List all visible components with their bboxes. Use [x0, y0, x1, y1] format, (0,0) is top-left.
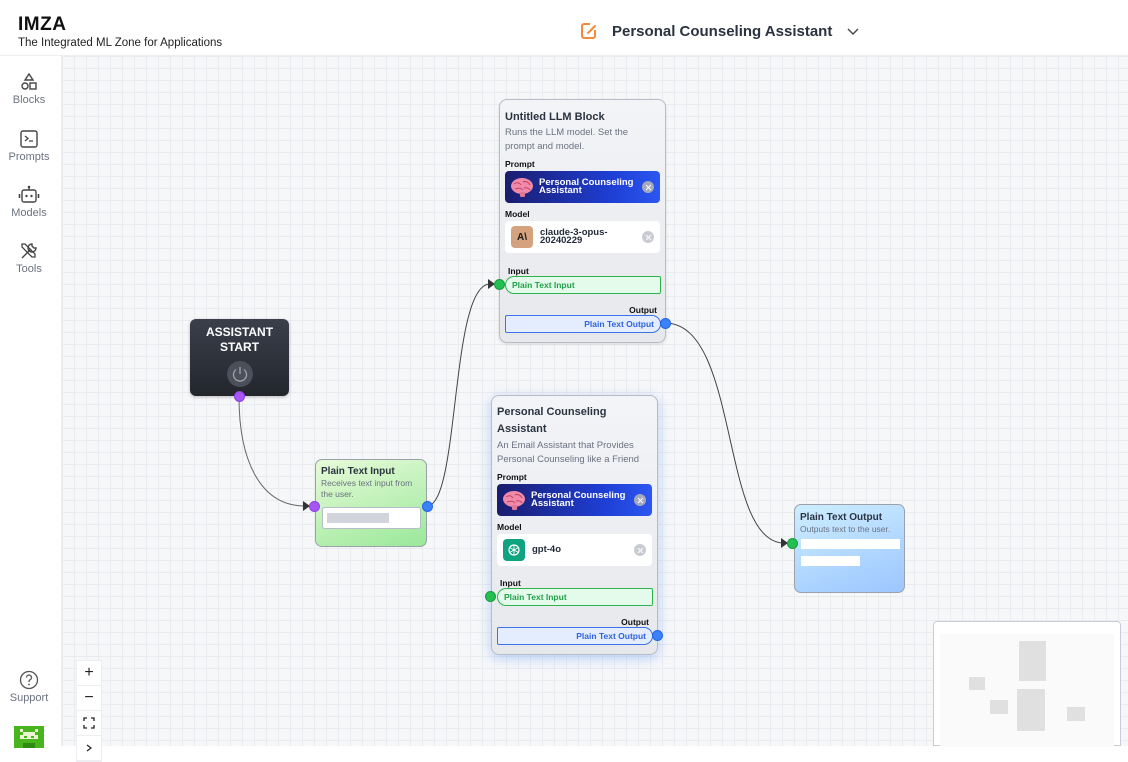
- llm2-input-handle[interactable]: [485, 591, 496, 602]
- fit-view-button[interactable]: [77, 711, 101, 736]
- output-text-line: [801, 556, 860, 566]
- model-chip[interactable]: gpt-4o: [497, 534, 652, 566]
- plus-icon: +: [84, 664, 94, 681]
- top-header: IMZA The Integrated ML Zone for Applicat…: [0, 0, 1128, 56]
- shapes-icon: [21, 72, 37, 90]
- prompt-name-line2: Assistant: [539, 185, 582, 196]
- output-port[interactable]: Plain Text Output: [505, 315, 661, 333]
- project-title: Personal Counseling Assistant: [612, 22, 833, 40]
- minimap-node: [1017, 689, 1045, 731]
- remove-prompt-icon[interactable]: [634, 494, 646, 506]
- minimap-viewport: [940, 634, 1114, 747]
- minimap-node: [1067, 707, 1085, 721]
- output-text-line: [801, 539, 900, 549]
- sidebar-item-tools[interactable]: Tools: [0, 241, 58, 275]
- llm1-input-handle[interactable]: [494, 279, 505, 290]
- start-output-handle[interactable]: [234, 391, 245, 402]
- node-description: Runs the LLM model. Set the prompt and m…: [505, 127, 629, 152]
- brain-icon: [503, 491, 525, 510]
- model-label: Model: [497, 522, 522, 532]
- node-description: An Email Assistant that Provides Persona…: [497, 440, 640, 465]
- llm1-output-handle[interactable]: [660, 318, 671, 329]
- input-node-in-handle[interactable]: [309, 501, 320, 512]
- minimap[interactable]: [933, 621, 1121, 747]
- openai-logo-icon: [503, 539, 525, 561]
- brand-title: IMZA: [18, 14, 67, 35]
- brain-icon: [511, 178, 533, 197]
- edit-document-icon: [581, 23, 596, 39]
- start-title-line1: ASSISTANT: [205, 325, 274, 339]
- output-node-in-handle[interactable]: [787, 538, 798, 549]
- text-input-field[interactable]: [322, 507, 421, 529]
- power-button[interactable]: [226, 361, 253, 387]
- sidebar-label-tools: Tools: [16, 263, 42, 275]
- node-description: Outputs text to the user.: [800, 524, 891, 534]
- remove-model-icon[interactable]: [642, 231, 654, 243]
- project-selector[interactable]: Personal Counseling Assistant: [580, 20, 860, 42]
- zoom-out-button[interactable]: −: [77, 686, 101, 711]
- minimap-node: [990, 700, 1008, 714]
- brand-subtitle: The Integrated ML Zone for Applications: [18, 37, 223, 49]
- help-circle-icon: [19, 670, 39, 690]
- minus-icon: −: [84, 689, 94, 706]
- minimap-node: [969, 677, 985, 690]
- zoom-controls: + −: [76, 660, 102, 762]
- anthropic-logo-icon: A\: [511, 226, 533, 248]
- sidebar-item-prompts[interactable]: Prompts: [0, 129, 58, 163]
- robot-icon: [18, 185, 40, 203]
- prompt-name-line2: Assistant: [531, 498, 574, 509]
- model-name-line2: 20240229: [540, 235, 583, 246]
- node-title: Untitled LLM Block: [505, 111, 605, 123]
- support-button[interactable]: Support: [0, 670, 58, 704]
- brand: IMZA The Integrated ML Zone for Applicat…: [18, 15, 222, 50]
- prompt-chip[interactable]: Personal Counseling Assistant: [497, 484, 652, 516]
- llm-block-untitled[interactable]: Untitled LLM Block Runs the LLM model. S…: [499, 99, 666, 343]
- fit-view-icon: [83, 717, 95, 729]
- pixel-avatar-icon: [14, 726, 44, 748]
- llm2-output-handle[interactable]: [652, 630, 663, 641]
- support-label: Support: [9, 692, 49, 704]
- model-name: gpt-4o: [532, 544, 562, 555]
- remove-prompt-icon[interactable]: [642, 181, 654, 193]
- sidebar: Blocks Prompts Models Tools Support: [0, 56, 62, 748]
- prompt-chip[interactable]: Personal Counseling Assistant: [505, 171, 660, 203]
- plain-text-output-node[interactable]: Plain Text Output Outputs text to the us…: [794, 504, 905, 593]
- node-description: Receives text input from the user.: [321, 478, 413, 499]
- zoom-in-button[interactable]: +: [77, 661, 101, 686]
- sidebar-label-blocks: Blocks: [12, 94, 46, 106]
- power-icon: [232, 367, 247, 382]
- terminal-icon: [20, 130, 38, 148]
- prompt-label: Prompt: [505, 159, 535, 169]
- prompt-label: Prompt: [497, 472, 527, 482]
- llm-block-personal-counseling[interactable]: Personal Counseling Assistant An Email A…: [491, 395, 658, 655]
- input-node-out-handle[interactable]: [422, 501, 433, 512]
- chevron-down-icon[interactable]: [846, 24, 860, 38]
- input-placeholder-bar: [327, 513, 389, 523]
- toggle-interactivity-button[interactable]: [77, 736, 101, 761]
- node-title: Personal Counseling Assistant: [497, 406, 607, 435]
- output-port[interactable]: Plain Text Output: [497, 627, 653, 645]
- remove-model-icon[interactable]: [634, 544, 646, 556]
- input-port[interactable]: Plain Text Input: [497, 588, 653, 606]
- minimap-node: [1019, 641, 1046, 681]
- plain-text-input-node[interactable]: Plain Text Input Receives text input fro…: [315, 459, 427, 547]
- sidebar-label-models: Models: [11, 207, 47, 219]
- avatar[interactable]: [14, 726, 44, 748]
- sidebar-item-models[interactable]: Models: [0, 185, 58, 219]
- sidebar-label-prompts: Prompts: [8, 151, 50, 163]
- node-title: Plain Text Input: [321, 466, 395, 477]
- start-title-line2: START: [219, 340, 260, 354]
- model-chip[interactable]: A\ claude-3-opus- 20240229: [505, 221, 660, 253]
- chevron-right-icon: [86, 744, 92, 752]
- node-title: Plain Text Output: [800, 512, 883, 523]
- sidebar-item-blocks[interactable]: Blocks: [0, 72, 58, 106]
- assistant-start-node[interactable]: ASSISTANT START: [190, 319, 289, 396]
- model-label: Model: [505, 209, 530, 219]
- input-port[interactable]: Plain Text Input: [505, 276, 661, 294]
- tools-icon: [21, 243, 37, 259]
